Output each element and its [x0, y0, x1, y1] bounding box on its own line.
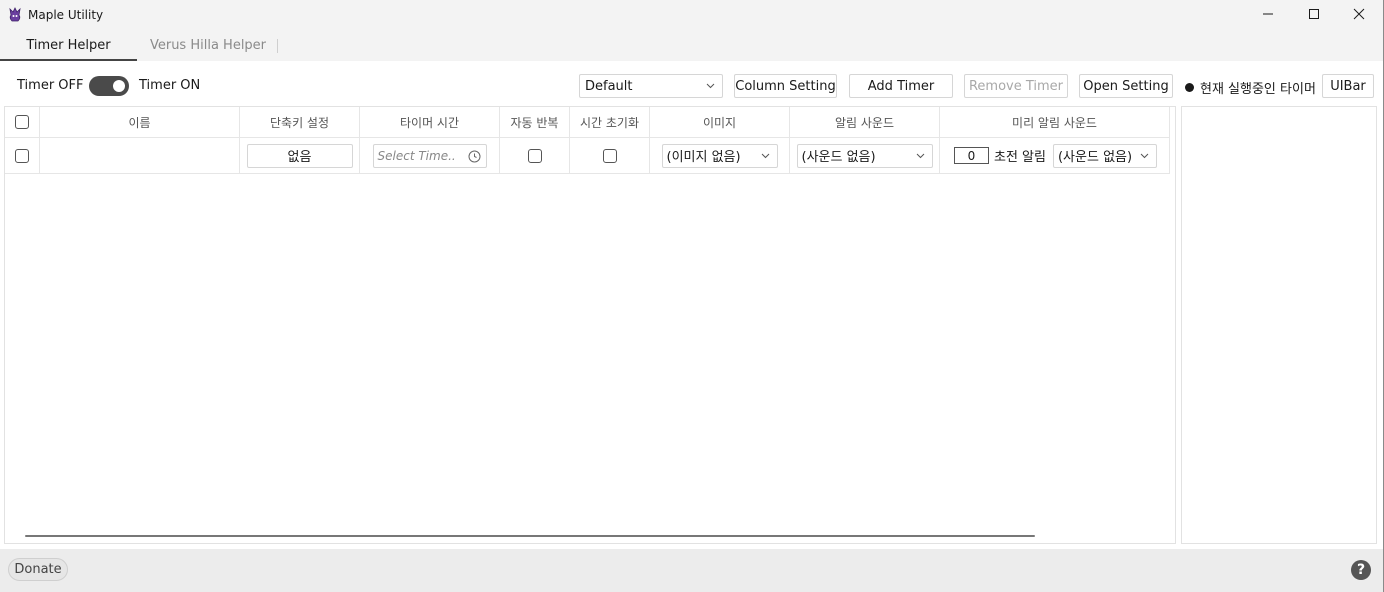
row-time-reset-cell	[570, 138, 650, 174]
tab-bar: Timer Helper Verus Hilla Helper	[0, 30, 1383, 61]
chevron-down-icon	[916, 153, 924, 158]
row-hotkey-cell: 없음	[240, 138, 360, 174]
alert-sound-select[interactable]: (사운드 없음)	[796, 143, 933, 168]
running-dot-icon	[1185, 83, 1194, 92]
tab-divider	[277, 39, 278, 53]
row-auto-repeat-cell	[500, 138, 570, 174]
add-timer-button[interactable]: Add Timer	[849, 74, 953, 98]
row-name-cell[interactable]	[40, 138, 240, 174]
time-picker-input[interactable]: Select Time..	[372, 143, 487, 168]
header-alert-sound[interactable]: 알림 사운드	[790, 107, 940, 138]
running-timers-indicator[interactable]: 현재 실행중인 타이머	[1185, 78, 1316, 97]
pre-alert-seconds-input[interactable]: 0	[954, 147, 989, 164]
tab-verus-hilla-helper[interactable]: Verus Hilla Helper	[140, 30, 276, 61]
row-time-cell: Select Time..	[360, 138, 500, 174]
chevron-down-icon	[706, 83, 715, 89]
pre-alert-sound-select[interactable]: (사운드 없음)	[1052, 143, 1157, 168]
column-setting-button[interactable]: Column Setting	[734, 74, 837, 98]
header-auto-repeat[interactable]: 자동 반복	[500, 107, 570, 138]
timer-table: 이름 단축키 설정 타이머 시간 자동 반복 시간 초기화 이미지 알림 사운드…	[4, 106, 1176, 544]
preset-select[interactable]: Default	[579, 74, 723, 98]
pre-alert-label: 초전 알림	[994, 150, 1046, 165]
row-image-cell: (이미지 없음)	[650, 138, 790, 174]
maple-app-icon	[9, 7, 21, 22]
pre-alert-sound-value: (사운드 없음)	[1057, 150, 1133, 165]
remove-timer-button[interactable]: Remove Timer	[964, 74, 1068, 98]
donate-button[interactable]: Donate	[8, 558, 68, 581]
tab-timer-helper[interactable]: Timer Helper	[0, 30, 137, 61]
close-icon	[1353, 8, 1365, 20]
auto-repeat-checkbox[interactable]	[527, 148, 542, 163]
select-all-checkbox[interactable]	[15, 115, 29, 129]
toggle-knob	[113, 80, 125, 92]
help-icon[interactable]: ?	[1351, 560, 1371, 580]
uibar-button[interactable]: UIBar	[1322, 74, 1374, 98]
header-time-reset[interactable]: 시간 초기화	[570, 107, 650, 138]
time-placeholder: Select Time..	[377, 148, 456, 163]
horizontal-scrollbar[interactable]	[25, 535, 1035, 537]
row-pre-alert-cell: 0 초전 알림 (사운드 없음)	[940, 138, 1170, 174]
title-bar: Maple Utility	[0, 0, 1383, 30]
open-setting-button[interactable]: Open Setting	[1079, 74, 1173, 98]
timer-toggle[interactable]	[89, 76, 129, 96]
image-select[interactable]: (이미지 없음)	[661, 143, 778, 168]
hotkey-button[interactable]: 없음	[246, 143, 353, 168]
running-timers-panel	[1181, 106, 1377, 544]
header-name[interactable]: 이름	[40, 107, 240, 138]
maximize-icon	[1309, 9, 1319, 19]
preset-select-value: Default	[585, 78, 633, 94]
header-pre-alert-sound[interactable]: 미리 알림 사운드	[940, 107, 1170, 138]
chevron-down-icon	[1140, 153, 1149, 158]
row-alert-sound-cell: (사운드 없음)	[790, 138, 940, 174]
minimize-icon	[1263, 13, 1273, 15]
header-hotkey[interactable]: 단축키 설정	[240, 107, 360, 138]
maximize-button[interactable]	[1291, 0, 1337, 28]
header-image[interactable]: 이미지	[650, 107, 790, 138]
header-timer-time[interactable]: 타이머 시간	[360, 107, 500, 138]
clock-icon	[468, 150, 480, 162]
app-window: Maple Utility Timer Helper Verus Hilla H…	[0, 0, 1384, 592]
minimize-button[interactable]	[1245, 0, 1291, 28]
time-reset-checkbox[interactable]	[602, 148, 617, 163]
image-select-value: (이미지 없음)	[666, 150, 741, 165]
timer-on-label: Timer ON	[139, 78, 201, 93]
row-checkbox[interactable]	[15, 148, 29, 163]
status-bar: Donate ?	[0, 549, 1383, 592]
running-timers-label: 현재 실행중인 타이머	[1200, 82, 1316, 97]
row-select-cell	[5, 138, 40, 174]
alert-sound-value: (사운드 없음)	[801, 150, 876, 165]
close-button[interactable]	[1336, 0, 1382, 28]
chevron-down-icon	[761, 153, 769, 158]
timer-off-label: Timer OFF	[17, 78, 84, 93]
header-select-all	[5, 107, 40, 138]
window-title: Maple Utility	[28, 8, 104, 22]
